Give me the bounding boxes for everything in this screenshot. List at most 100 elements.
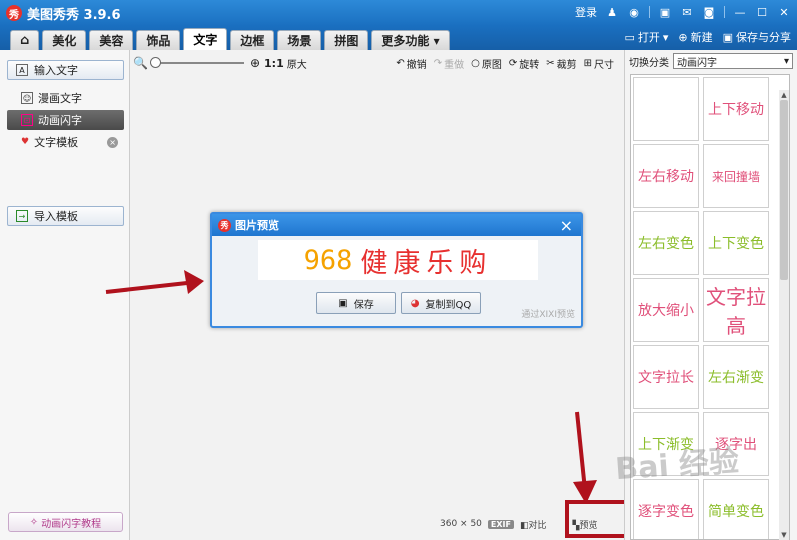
edit-toolbar: 🔍 ⊕ 1:1 原大 ↶ 撤销 ↷ 重做 ○ 原图 ⟳ 旋转 ✂ 裁剪 ⊞ 尺寸: [131, 52, 621, 74]
effect-label: 文字拉长: [638, 370, 694, 386]
scrollbar[interactable]: ▲ ▼: [779, 90, 789, 540]
sidebar-item-label: 动画闪字: [38, 114, 82, 127]
effect-tile[interactable]: 逐字变色: [633, 479, 699, 539]
zoom-slider-knob[interactable]: [149, 57, 161, 68]
crop-button[interactable]: ✂ 裁剪: [546, 56, 576, 71]
chevron-down-icon: ▾: [662, 30, 669, 44]
effect-label: 左右变色: [638, 236, 694, 252]
original-size-label[interactable]: 原大: [287, 56, 307, 71]
skin-icon[interactable]: ▣: [658, 5, 672, 19]
tab-text[interactable]: 文字: [183, 28, 228, 50]
resize-icon: ⊞: [583, 58, 592, 69]
exif-button[interactable]: EXIF: [487, 519, 514, 529]
comic-bubble-icon: ☺: [21, 92, 33, 104]
save-share-button[interactable]: ▣ 保存与分享: [723, 29, 791, 45]
zoom-in-icon[interactable]: ⊕: [250, 56, 260, 70]
tab-accessories[interactable]: 饰品: [136, 30, 181, 50]
tab-beautify[interactable]: 美化: [42, 30, 87, 50]
effect-tile[interactable]: 文字拉长: [633, 345, 699, 409]
save-share-label: 保存与分享: [736, 31, 791, 44]
open-button[interactable]: ▭ 打开 ▾: [624, 29, 668, 45]
close-badge-icon[interactable]: ×: [107, 136, 119, 148]
save-label: 保存: [353, 299, 374, 311]
input-text-button[interactable]: A 输入文字: [7, 60, 124, 80]
tutorial-button[interactable]: ✧ 动画闪字教程: [8, 512, 123, 532]
compare-label: 对比: [528, 520, 547, 531]
undo-button[interactable]: ↶ 撤销: [396, 56, 426, 71]
sidebar-item-label: 漫画文字: [38, 92, 82, 105]
scrollbar-thumb[interactable]: [780, 100, 788, 280]
zoom-slider[interactable]: [149, 57, 244, 68]
close-icon[interactable]: ✕: [777, 5, 791, 19]
rotate-icon: ⟳: [508, 58, 518, 69]
watermark: Bai 经验: [614, 443, 741, 488]
sidebar-item-animated-text[interactable]: ⊡ 动画闪字: [7, 110, 124, 130]
title-bar: 秀 美图秀秀 3.9.6 登录 ♟ ◉ ▣ ✉ ◙ — ☐ ✕: [0, 0, 797, 26]
resize-button[interactable]: ⊞ 尺寸: [584, 56, 614, 71]
tab-scene[interactable]: 场景: [277, 30, 322, 50]
app-logo-icon: 秀: [218, 218, 231, 232]
preview-number: 968: [303, 244, 353, 276]
effect-tile[interactable]: 左右渐变: [703, 345, 769, 409]
chevron-down-icon: ▾: [433, 33, 440, 48]
weibo-icon[interactable]: ◉: [627, 5, 641, 19]
tab-home[interactable]: ⌂: [10, 30, 40, 50]
tab-beauty[interactable]: 美容: [89, 30, 134, 50]
effect-tile[interactable]: 放大缩小: [633, 278, 699, 342]
redo-button[interactable]: ↷ 重做: [434, 56, 464, 71]
effect-tile[interactable]: 文字拉高: [703, 278, 769, 342]
resize-label: 尺寸: [594, 60, 614, 71]
tab-border[interactable]: 边框: [230, 30, 275, 50]
effect-tile[interactable]: 简单变色: [703, 479, 769, 539]
more-features-label: 更多功能: [381, 34, 430, 48]
effect-label: 上下移动: [708, 102, 764, 118]
user-icon[interactable]: ♟: [605, 5, 619, 19]
effect-tile[interactable]: 上下变色: [703, 211, 769, 275]
effect-tile[interactable]: 来回撞墙: [703, 144, 769, 208]
edit-tools: ↶ 撤销 ↷ 重做 ○ 原图 ⟳ 旋转 ✂ 裁剪 ⊞ 尺寸: [396, 56, 621, 71]
new-label: 新建: [690, 31, 713, 44]
animated-text-icon: ⊡: [21, 114, 33, 126]
scroll-down-icon[interactable]: ▼: [779, 530, 789, 540]
zoom-out-icon[interactable]: 🔍: [133, 56, 148, 70]
original-button[interactable]: ○ 原图: [471, 56, 502, 71]
plus-icon: ⊕: [678, 30, 688, 44]
copy-to-qq-button[interactable]: ◕ 复制到QQ: [401, 292, 481, 314]
effect-tile[interactable]: 左右移动: [633, 144, 699, 208]
preview-image: 968 健康乐购: [258, 240, 538, 280]
message-icon[interactable]: ✉: [680, 5, 694, 19]
maximize-icon[interactable]: ☐: [755, 5, 769, 19]
input-text-label: 输入文字: [34, 64, 78, 77]
compare-button[interactable]: ◧对比: [520, 518, 547, 531]
effect-tile[interactable]: [633, 77, 699, 141]
floppy-icon: ▣: [338, 297, 348, 309]
compare-icon: ◧: [519, 520, 529, 531]
zoom-ratio[interactable]: 1:1: [264, 57, 284, 70]
rotate-label: 旋转: [519, 60, 540, 71]
redo-label: 重做: [444, 60, 465, 71]
title-bar-controls: 登录 ♟ ◉ ▣ ✉ ◙ — ☐ ✕: [575, 4, 791, 20]
category-select[interactable]: 动画闪字 ▾: [673, 53, 793, 69]
close-icon[interactable]: ×: [560, 216, 573, 235]
sidebar-item-comic-text[interactable]: ☺ 漫画文字: [7, 88, 124, 108]
save-button[interactable]: ▣ 保存: [316, 292, 396, 314]
scroll-up-icon[interactable]: ▲: [779, 90, 789, 100]
dialog-title: 图片预览: [235, 219, 279, 232]
category-label: 切换分类: [629, 57, 669, 69]
effect-tile[interactable]: 上下移动: [703, 77, 769, 141]
preview-text: 健康乐购: [360, 247, 493, 279]
minimize-icon[interactable]: —: [733, 5, 747, 19]
login-link[interactable]: 登录: [575, 4, 597, 20]
rotate-button[interactable]: ⟳ 旋转: [509, 56, 539, 71]
effect-tile[interactable]: 左右变色: [633, 211, 699, 275]
file-actions: ▭ 打开 ▾ ⊕ 新建 ▣ 保存与分享: [624, 29, 791, 45]
image-dimensions: 360 × 50: [440, 519, 482, 529]
image-preview-dialog: 秀 图片预览 × 968 健康乐购 ▣ 保存 ◕ 复制到QQ 通过XIXI预览: [210, 212, 583, 328]
settings-icon[interactable]: ◙: [702, 5, 716, 19]
import-template-button[interactable]: → 导入模板: [7, 206, 124, 226]
tab-collage[interactable]: 拼图: [324, 30, 369, 50]
sidebar-item-text-template[interactable]: ♥ 文字模板 ×: [7, 132, 124, 152]
new-button[interactable]: ⊕ 新建: [678, 29, 712, 45]
circle-icon: ○: [471, 58, 480, 69]
tab-more-features[interactable]: 更多功能 ▾: [371, 30, 450, 50]
